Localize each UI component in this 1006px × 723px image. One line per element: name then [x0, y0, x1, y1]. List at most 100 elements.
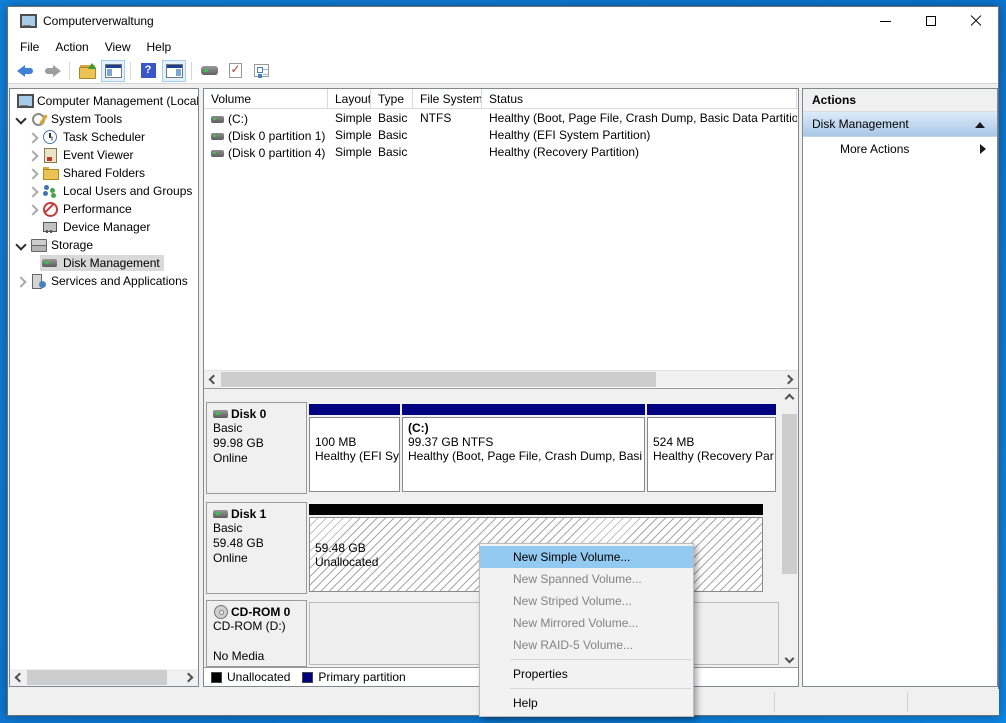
tree-item-label: Disk Management	[63, 256, 160, 270]
tree-item-system-tools[interactable]: System Tools	[10, 110, 198, 128]
actions-section-label: Disk Management	[812, 117, 909, 131]
back-button[interactable]	[14, 60, 38, 82]
scroll-up-button[interactable]	[781, 389, 798, 406]
menu-item-new-spanned-volume: New Spanned Volume...	[480, 568, 693, 590]
collapsed-chevron-icon[interactable]	[26, 150, 40, 160]
more-actions-item[interactable]: More Actions	[803, 137, 997, 161]
expanded-chevron-icon[interactable]	[14, 114, 28, 124]
collapsed-chevron-icon[interactable]	[26, 204, 40, 214]
scroll-thumb[interactable]	[221, 372, 656, 387]
window-title: Computerverwaltung	[43, 14, 154, 28]
performance-icon	[42, 202, 58, 216]
scroll-left-button[interactable]	[10, 669, 27, 686]
scroll-track[interactable]	[781, 406, 798, 651]
expanded-chevron-icon[interactable]	[14, 240, 28, 250]
legend-swatch-unallocated	[211, 672, 222, 683]
toolbar-separator	[191, 62, 192, 80]
collapsed-chevron-icon[interactable]	[26, 186, 40, 196]
check-document-icon	[229, 63, 242, 78]
disk-label-disk-1[interactable]: Disk 1Basic59.48 GBOnline	[206, 502, 307, 594]
volume-list: (C:)SimpleBasicNTFSHealthy (Boot, Page F…	[204, 110, 798, 161]
disk-label-cd-rom-0[interactable]: CD-ROM 0CD-ROM (D:)No Media	[206, 600, 307, 667]
actions-section-disk-management[interactable]: Disk Management	[803, 112, 997, 137]
column-header-type[interactable]: Type	[371, 89, 413, 108]
menu-item-properties[interactable]: Properties	[480, 663, 693, 685]
volume-icon	[211, 133, 224, 140]
volume-icon	[211, 150, 224, 157]
disk-vertical-scrollbar[interactable]	[781, 389, 798, 668]
menu-item-new-simple-volume[interactable]: New Simple Volume...	[480, 546, 693, 568]
menu-item-file[interactable]: File	[12, 37, 47, 57]
show-console-tree-button[interactable]	[101, 60, 125, 82]
volume-row-disk-0-partition-4[interactable]: (Disk 0 partition 4)SimpleBasicHealthy (…	[204, 144, 798, 161]
tree-item-local-users-and-groups[interactable]: Local Users and Groups	[10, 182, 198, 200]
show-action-pane-button[interactable]	[162, 60, 186, 82]
volume-horizontal-scrollbar[interactable]	[204, 370, 798, 387]
collapse-section-icon[interactable]	[975, 122, 985, 128]
scroll-down-button[interactable]	[781, 651, 798, 668]
back-icon	[17, 65, 35, 77]
label-spacer	[213, 634, 302, 649]
volume-type-cell: Basic	[371, 127, 413, 144]
menu-item-view[interactable]: View	[97, 37, 139, 57]
tree-item-shared-folders[interactable]: Shared Folders	[10, 164, 198, 182]
partition-healthy-efi-sys[interactable]: 100 MBHealthy (EFI Sys	[309, 404, 400, 492]
checklist-button[interactable]	[249, 60, 273, 82]
volume-row-disk-0-partition-1[interactable]: (Disk 0 partition 1)SimpleBasicHealthy (…	[204, 127, 798, 144]
scroll-thumb[interactable]	[27, 670, 167, 685]
menu-separator	[510, 688, 691, 689]
tree-item-disk-management[interactable]: Disk Management	[10, 254, 198, 272]
disk-view-icon	[201, 66, 218, 75]
tree-item-content: Task Scheduler	[40, 129, 149, 145]
tree-horizontal-scrollbar[interactable]	[10, 669, 198, 686]
disk-label-disk-0[interactable]: Disk 0Basic99.98 GBOnline	[206, 402, 307, 494]
volume-name: (C:)	[228, 112, 248, 126]
column-header-status[interactable]: Status	[482, 89, 797, 108]
forward-button[interactable]	[40, 60, 64, 82]
volume-status-cell: Healthy (EFI System Partition)	[482, 127, 797, 144]
disk-label-line: Online	[213, 451, 302, 466]
minimize-button[interactable]	[863, 7, 908, 35]
collapsed-chevron-icon[interactable]	[14, 276, 28, 286]
collapsed-chevron-icon[interactable]	[26, 168, 40, 178]
tree-item-task-scheduler[interactable]: Task Scheduler	[10, 128, 198, 146]
export-list-button[interactable]	[75, 60, 99, 82]
tree: Computer Management (LocalSystem ToolsTa…	[10, 92, 198, 290]
collapsed-chevron-icon[interactable]	[26, 132, 40, 142]
column-header-file-system[interactable]: File System	[413, 89, 482, 108]
volume-file-system-cell	[413, 144, 482, 161]
scroll-right-button[interactable]	[181, 669, 198, 686]
column-header-volume[interactable]: Volume	[204, 89, 328, 108]
check-document-button[interactable]	[223, 60, 247, 82]
column-header-layout[interactable]: Layout	[328, 89, 371, 108]
menu-item-help[interactable]: Help	[480, 692, 693, 714]
close-button[interactable]	[953, 7, 998, 35]
scroll-left-button[interactable]	[204, 371, 221, 388]
maximize-button[interactable]	[908, 7, 953, 35]
partition-title	[653, 421, 770, 435]
help-button[interactable]	[136, 60, 160, 82]
disk-icon	[213, 507, 229, 521]
partition-c[interactable]: (C:)99.37 GB NTFSHealthy (Boot, Page Fil…	[402, 404, 645, 492]
scroll-track[interactable]	[27, 669, 181, 686]
show-action-pane-icon	[166, 64, 183, 78]
menu-item-new-raid-5-volume: New RAID-5 Volume...	[480, 634, 693, 656]
tree-item-storage[interactable]: Storage	[10, 236, 198, 254]
status-bar-divider	[774, 692, 775, 712]
tree-item-services-and-applications[interactable]: Services and Applications	[10, 272, 198, 290]
disk-view-button[interactable]	[197, 60, 221, 82]
partition-size: 524 MB	[653, 435, 770, 449]
scroll-right-button[interactable]	[781, 371, 798, 388]
tree-item-device-manager[interactable]: Device Manager	[10, 218, 198, 236]
legend-label-primary-partition: Primary partition	[318, 670, 405, 684]
computer-management-window: Computerverwaltung FileActionViewHelp Co…	[7, 6, 999, 716]
menu-item-action[interactable]: Action	[47, 37, 96, 57]
tree-item-event-viewer[interactable]: Event Viewer	[10, 146, 198, 164]
menu-item-help[interactable]: Help	[139, 37, 180, 57]
volume-row-c[interactable]: (C:)SimpleBasicNTFSHealthy (Boot, Page F…	[204, 110, 798, 127]
tree-item-performance[interactable]: Performance	[10, 200, 198, 218]
scroll-thumb[interactable]	[782, 414, 797, 574]
tree-item-computer-management-local[interactable]: Computer Management (Local	[10, 92, 198, 110]
partition-healthy-recovery-par[interactable]: 524 MBHealthy (Recovery Par	[647, 404, 776, 492]
scroll-track[interactable]	[221, 371, 781, 388]
